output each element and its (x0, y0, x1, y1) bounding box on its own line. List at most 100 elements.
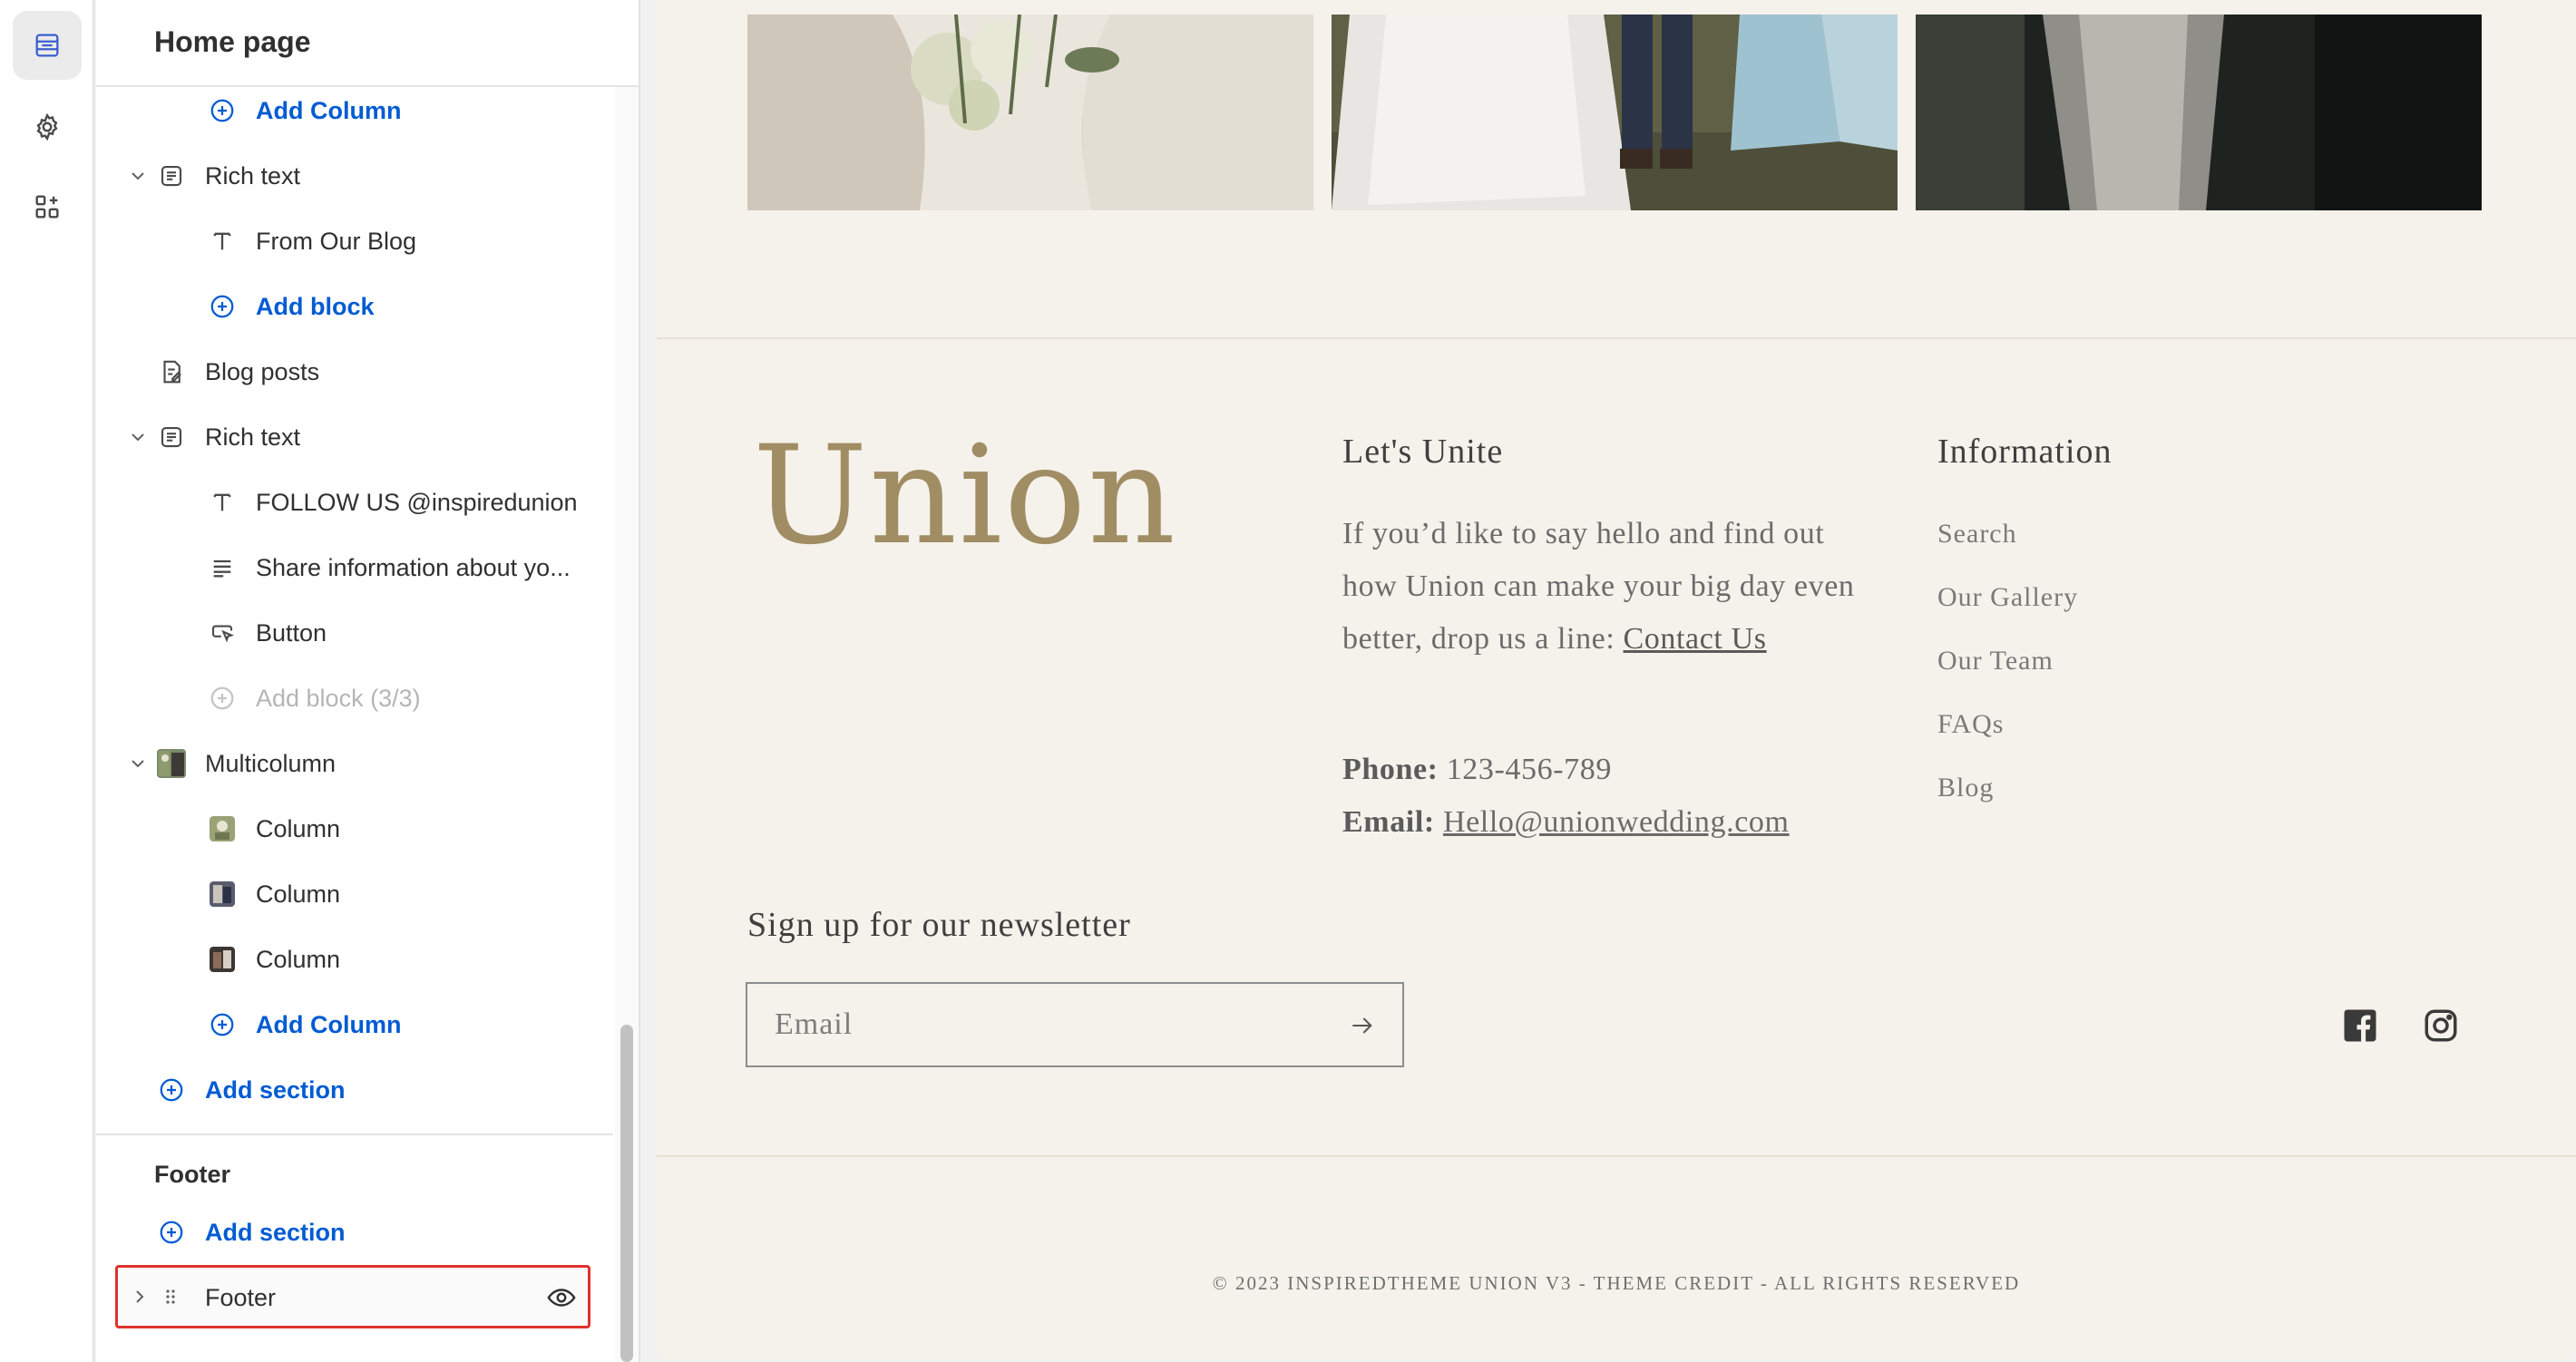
section-label: Rich text (205, 161, 301, 190)
block-label: Share information about yo... (256, 553, 571, 581)
section-divider (657, 337, 2576, 339)
chevron-down-icon[interactable] (127, 426, 149, 448)
phone-value: 123-456-789 (1438, 753, 1612, 786)
copyright-text: © 2023 INSPIREDTHEME UNION V3 - THEME CR… (1212, 1272, 2021, 1294)
footer-link-blog[interactable]: Blog (1937, 773, 1994, 803)
sections-sidebar: Home page Add Column Rich text From Our … (96, 0, 640, 1362)
image-thumbnail-icon (207, 813, 238, 844)
newsletter-email-field[interactable]: Email (746, 982, 1404, 1067)
block-heading[interactable]: From Our Blog (96, 209, 613, 274)
page-title: Home page (154, 25, 311, 58)
plus-circle-icon (207, 1009, 238, 1040)
heading-t-icon (207, 487, 238, 518)
apps-add-icon (35, 195, 59, 219)
footer-link-gallery[interactable]: Our Gallery (1937, 582, 2078, 613)
contact-us-link[interactable]: Contact Us (1624, 622, 1767, 656)
sidebar-header: Home page (96, 0, 639, 87)
add-section-button[interactable]: Add section (96, 1057, 613, 1123)
sections-button[interactable] (13, 11, 82, 80)
footer-link-team[interactable]: Our Team (1937, 646, 2054, 676)
sections-icon (35, 34, 59, 57)
lets-unite-heading: Let's Unite (1342, 433, 1504, 471)
plus-circle-icon (156, 1075, 187, 1105)
add-column-label: Add Column (256, 1010, 402, 1038)
add-block-disabled: Add block (3/3) (96, 666, 613, 731)
gallery-image-couple (1332, 15, 1898, 210)
block-button[interactable]: Button (96, 600, 613, 666)
block-label: From Our Blog (256, 227, 417, 255)
blog-document-icon (156, 356, 187, 387)
chevron-down-icon[interactable] (127, 165, 149, 187)
plus-circle-icon (207, 291, 238, 322)
add-column-label: Add Column (256, 96, 402, 124)
email-line: Email: Hello@unionwedding.com (1342, 805, 1790, 840)
paragraph-icon (207, 552, 238, 583)
scrollbar-thumb[interactable] (620, 1025, 633, 1362)
footer-divider (657, 1155, 2576, 1157)
section-multicolumn[interactable]: Multicolumn (96, 731, 613, 796)
footer-link-search[interactable]: Search (1937, 519, 2017, 550)
gallery-image-dress (1916, 15, 2482, 210)
gear-icon (36, 112, 58, 141)
section-rich-text[interactable]: Rich text (96, 143, 613, 209)
section-label: Multicolumn (205, 749, 337, 777)
app-embeds-button[interactable] (13, 172, 82, 241)
facebook-icon[interactable] (2341, 1007, 2379, 1045)
heading-t-icon (207, 226, 238, 257)
chevron-right-icon[interactable] (129, 1286, 151, 1312)
block-column[interactable]: Column (96, 861, 613, 927)
footer-group-heading: Footer (154, 1161, 230, 1188)
instagram-icon[interactable] (2422, 1007, 2460, 1045)
block-column[interactable]: Column (96, 796, 613, 861)
multicolumn-thumbnail-icon (156, 748, 187, 779)
button-cursor-icon (207, 618, 238, 648)
email-placeholder: Email (775, 1007, 854, 1041)
block-label: Column (256, 880, 341, 908)
section-blog-posts[interactable]: Blog posts (96, 339, 613, 404)
phone-line: Phone: 123-456-789 (1342, 753, 1612, 787)
lets-unite-text: If you’d like to say hello and find out … (1342, 508, 1887, 666)
block-text[interactable]: Share information about yo... (96, 535, 613, 600)
add-section-label: Add section (205, 1075, 346, 1104)
gallery-image-bouquet (747, 15, 1313, 210)
eye-icon[interactable] (546, 1282, 577, 1318)
block-column[interactable]: Column (96, 927, 613, 992)
block-label: FOLLOW US @inspiredunion (256, 488, 578, 516)
add-block-button[interactable]: Add block (96, 274, 613, 339)
image-thumbnail-icon (207, 944, 238, 975)
footer-link-faqs[interactable]: FAQs (1937, 709, 2004, 740)
drag-handle-icon[interactable] (160, 1286, 181, 1312)
block-label: Button (256, 618, 327, 647)
add-block-label: Add block (3/3) (256, 684, 421, 712)
newsletter-heading: Sign up for our newsletter (747, 906, 1131, 944)
email-label: Email: (1342, 805, 1435, 839)
image-thumbnail-icon (207, 879, 238, 910)
plus-circle-icon (156, 1217, 187, 1248)
add-section-button[interactable]: Add section (96, 1200, 613, 1265)
phone-label: Phone: (1342, 753, 1439, 786)
add-section-label: Add section (205, 1218, 346, 1246)
text-block-icon (156, 422, 187, 452)
arrow-right-icon[interactable] (1348, 1011, 1377, 1040)
plus-circle-icon (207, 95, 238, 126)
add-column-button[interactable]: Add Column (96, 78, 613, 143)
information-heading: Information (1937, 433, 2113, 471)
email-link[interactable]: Hello@unionwedding.com (1443, 805, 1790, 839)
section-label: Blog posts (205, 357, 320, 385)
text-block-icon (156, 161, 187, 191)
section-rich-text[interactable]: Rich text (96, 404, 613, 470)
footer-section-label: Footer (205, 1284, 277, 1311)
icon-rail (0, 0, 94, 1362)
add-column-button[interactable]: Add Column (96, 992, 613, 1057)
footer-logo[interactable]: Union (753, 417, 1177, 575)
theme-settings-button[interactable] (13, 92, 82, 161)
chevron-down-icon[interactable] (127, 753, 149, 774)
block-label: Column (256, 814, 341, 842)
group-divider (96, 1133, 613, 1135)
store-preview: Union Let's Unite If you’d like to say h… (657, 0, 2576, 1360)
footer-section-row[interactable]: Footer (115, 1265, 590, 1328)
block-label: Column (256, 945, 341, 973)
block-heading[interactable]: FOLLOW US @inspiredunion (96, 470, 613, 535)
plus-circle-icon (207, 683, 238, 714)
section-label: Rich text (205, 423, 301, 451)
